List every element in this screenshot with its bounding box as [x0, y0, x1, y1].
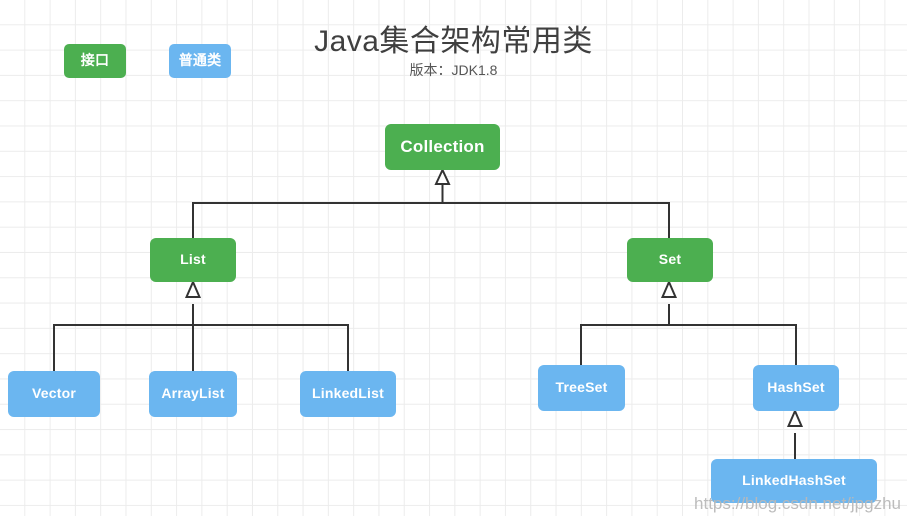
node-list-label: List	[180, 251, 206, 268]
node-vector-label: Vector	[32, 385, 76, 402]
diagram-title: Java集合架构常用类	[314, 25, 593, 58]
node-treeset[interactable]: TreeSet	[538, 365, 625, 411]
legend-class-label: 普通类	[178, 52, 222, 69]
inheritance-arrowhead	[434, 167, 451, 185]
legend-interface-swatch: 接口	[64, 44, 126, 78]
inheritance-arrowhead	[786, 408, 804, 427]
inheritance-arrowhead	[660, 279, 678, 298]
node-vector[interactable]: Vector	[8, 371, 100, 417]
node-hashset-label: HashSet	[767, 379, 825, 396]
edge-hashset-linkedhashset	[786, 408, 804, 459]
node-treeset-label: TreeSet	[555, 379, 608, 396]
legend-interface-label: 接口	[80, 52, 110, 69]
node-linkedlist[interactable]: LinkedList	[300, 371, 396, 417]
edge-list-children	[53, 279, 349, 371]
node-arraylist-label: ArrayList	[161, 385, 225, 402]
diagram-canvas: Java集合架构常用类 版本：JDK1.8 接口 普通类 Collection …	[0, 0, 907, 516]
node-linkedhashset-label: LinkedHashSet	[742, 472, 846, 489]
node-hashset[interactable]: HashSet	[753, 365, 839, 411]
node-collection[interactable]: Collection	[385, 124, 500, 170]
inheritance-arrowhead	[184, 279, 202, 298]
node-collection-label: Collection	[400, 136, 485, 156]
edge-collection-children	[192, 167, 670, 238]
diagram-subtitle: 版本：JDK1.8	[409, 62, 498, 78]
node-linkedlist-label: LinkedList	[311, 385, 384, 402]
edge-set-children	[580, 279, 797, 365]
node-set[interactable]: Set	[627, 238, 713, 282]
node-list[interactable]: List	[150, 238, 236, 282]
watermark: https://blog.csdn.net/jpgzhu	[694, 494, 901, 513]
node-arraylist[interactable]: ArrayList	[149, 371, 237, 417]
node-set-label: Set	[658, 251, 682, 268]
legend-class-swatch: 普通类	[169, 44, 231, 78]
